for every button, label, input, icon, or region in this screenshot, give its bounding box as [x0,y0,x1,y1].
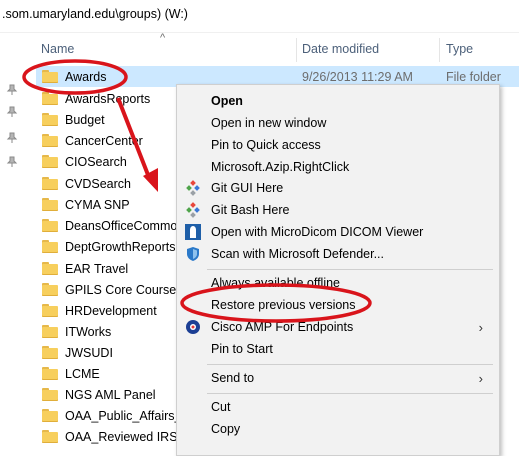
menu-item-label: Open with MicroDicom DICOM Viewer [211,225,424,239]
menu-item-copy[interactable]: Copy [177,418,499,440]
file-date: 9/26/2013 11:29 AM [302,69,413,84]
folder-icon [42,70,58,83]
menu-item-label: Cisco AMP For Endpoints [211,320,354,334]
menu-item-label: Git GUI Here [211,181,284,195]
menu-item-microdicom[interactable]: Open with MicroDicom DICOM Viewer [177,221,499,243]
folder-icon [42,113,58,126]
menu-item-always-offline[interactable]: Always available offline [177,272,499,294]
menu-item-label: Microsoft.Azip.RightClick [211,160,350,174]
menu-item-label: Copy [211,422,241,436]
divider [0,32,519,33]
folder-icon [42,92,58,105]
menu-separator [207,393,493,394]
menu-item-label: Pin to Start [211,342,273,356]
menu-item-label: Cut [211,400,231,414]
menu-item-pin-quick-access[interactable]: Pin to Quick access [177,134,499,156]
menu-item-defender[interactable]: Scan with Microsoft Defender... [177,243,499,265]
file-name: CYMA SNP [65,197,130,212]
file-name: Budget [65,112,105,127]
file-name: OAA_Reviewed IRS_T [65,429,193,444]
menu-item-label: Git Bash Here [211,203,290,217]
pin-icon [6,156,18,167]
menu-item-label: Send to [211,371,255,385]
file-name: NGS AML Panel [65,387,156,402]
menu-item-open-new-window[interactable]: Open in new window [177,112,499,134]
folder-icon [42,346,58,359]
menu-item-git-bash[interactable]: Git Bash Here [177,199,499,221]
microdicom-icon [185,224,201,240]
folder-icon [42,325,58,338]
menu-separator [207,364,493,365]
column-type[interactable]: Type [446,42,473,56]
folder-icon [42,262,58,275]
menu-item-label: Pin to Quick access [211,138,321,152]
column-divider[interactable] [439,38,440,62]
menu-item-cisco-amp[interactable]: Cisco AMP For Endpoints › [177,316,499,338]
menu-item-azip[interactable]: Microsoft.Azip.RightClick [177,156,499,178]
git-gui-icon [186,180,200,196]
column-divider[interactable] [296,38,297,62]
shield-icon [187,247,199,261]
menu-item-restore-previous-versions[interactable]: Restore previous versions [177,294,499,316]
menu-item-cut[interactable]: Cut [177,396,499,418]
folder-icon [42,219,58,232]
column-date-modified[interactable]: Date modified [302,42,379,56]
cisco-amp-icon [186,320,200,334]
pin-icon [6,106,18,117]
chevron-right-icon: › [478,319,483,335]
file-name: AwardsReports [65,91,151,106]
file-name: OAA_Public_Affairs_C [65,408,191,423]
git-bash-icon [186,202,200,218]
menu-item-pin-to-start[interactable]: Pin to Start [177,338,499,360]
menu-item-send-to[interactable]: Send to › [177,367,499,389]
address-path-text: .som.umaryland.edu\groups) (W:) [2,7,188,21]
menu-item-label: Open in new window [211,116,327,130]
file-name: JWSUDI [65,345,113,360]
folder-icon [42,177,58,190]
file-name: Awards [65,69,107,84]
file-name: CancerCenter [65,133,143,148]
folder-icon [42,430,58,443]
folder-icon [42,388,58,401]
folder-icon [42,409,58,422]
folder-icon [42,304,58,317]
file-name: CIOSearch [65,154,127,169]
sort-up-icon: ^ [160,32,166,44]
file-name: EAR Travel [65,261,129,276]
menu-item-label: Scan with Microsoft Defender... [211,247,384,261]
column-header: ^ Name Date modified Type [0,32,519,64]
folder-icon [42,283,58,296]
menu-item-label: Restore previous versions [211,298,356,312]
file-name: GPILS Core Course [65,282,177,297]
pin-icon [6,132,18,143]
menu-item-label: Always available offline [211,276,341,290]
file-name: CVDSearch [65,176,131,191]
file-name: DeptGrowthReports [65,239,176,254]
folder-icon [42,367,58,380]
menu-separator [207,269,493,270]
file-name: DeansOfficeCommon [65,218,185,233]
pin-icon [6,84,18,95]
folder-icon [42,155,58,168]
address-bar[interactable]: .som.umaryland.edu\groups) (W:) [0,0,519,28]
file-name: LCME [65,366,100,381]
file-type: File folder [446,69,501,84]
file-name: ITWorks [65,324,112,339]
file-name: HRDevelopment [65,303,157,318]
chevron-right-icon: › [478,370,483,386]
menu-item-git-gui[interactable]: Git GUI Here [177,177,499,199]
menu-item-label: Open [211,94,243,108]
folder-icon [42,134,58,147]
context-menu: Open Open in new window Pin to Quick acc… [176,84,500,456]
column-name[interactable]: Name [41,42,74,56]
folder-icon [42,240,58,253]
folder-icon [42,198,58,211]
menu-item-open[interactable]: Open [177,90,499,112]
